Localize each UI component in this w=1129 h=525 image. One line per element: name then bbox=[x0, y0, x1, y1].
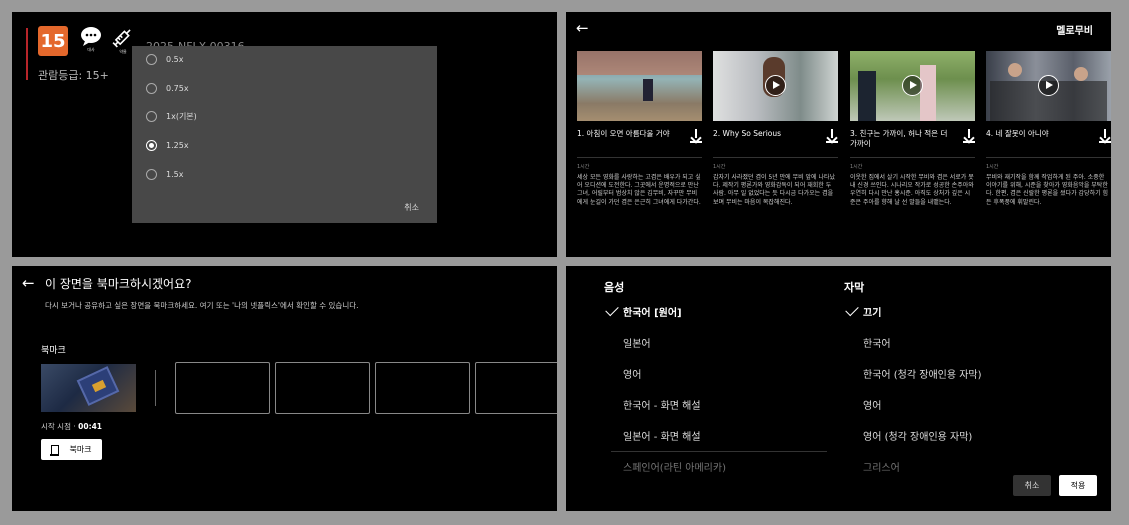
bookmark-empty-slot bbox=[375, 362, 470, 414]
bookmark-screen: ← 이 장면을 북마크하시겠어요? 다시 보거나 공유하고 싶은 장면을 북마크… bbox=[12, 266, 557, 511]
episode-thumbnail[interactable] bbox=[986, 51, 1111, 121]
cancel-button[interactable]: 취소 bbox=[1013, 475, 1051, 496]
play-icon[interactable] bbox=[902, 75, 923, 96]
back-arrow-icon[interactable]: ← bbox=[576, 19, 589, 37]
speed-cancel-button[interactable]: 취소 bbox=[404, 202, 419, 213]
back-arrow-icon[interactable]: ← bbox=[22, 274, 35, 292]
speech-bubble-icon bbox=[81, 27, 101, 46]
episode-duration: 1시간 bbox=[713, 164, 726, 170]
subtitle-option-korean-cc[interactable]: 한국어 (청각 장애인용 자막) bbox=[863, 366, 982, 381]
bookmark-empty-slot bbox=[275, 362, 370, 414]
subtitle-heading: 자막 bbox=[844, 281, 865, 294]
episode-thumbnail[interactable] bbox=[850, 51, 975, 121]
bookmark-subtitle: 다시 보거나 공유하고 싶은 장면을 북마크하세요. 여기 또는 '나의 넷플릭… bbox=[45, 301, 359, 310]
dialogue-icon-caption: 대사 bbox=[87, 47, 95, 52]
download-icon[interactable] bbox=[826, 129, 838, 143]
subtitle-option-off[interactable]: 끄기 bbox=[863, 304, 881, 319]
syringe-icon bbox=[112, 29, 131, 48]
bookmark-section-label: 북마크 bbox=[41, 346, 66, 356]
bookmark-empty-slot bbox=[175, 362, 270, 414]
episode-card[interactable]: 1. 아침이 오면 아름다울 거야 1시간 세상 모든 영화를 사랑하는 고겸은… bbox=[577, 51, 702, 207]
radio-icon bbox=[146, 169, 157, 180]
rating-text: 관람등급: 15+ bbox=[38, 69, 109, 82]
download-icon[interactable] bbox=[963, 129, 975, 143]
apply-button[interactable]: 적용 bbox=[1059, 475, 1097, 496]
audio-option-english[interactable]: 영어 bbox=[623, 366, 641, 381]
check-icon bbox=[845, 302, 859, 317]
episode-title: 1. 아침이 오면 아름다울 거야 bbox=[577, 129, 670, 138]
radio-icon bbox=[146, 111, 157, 122]
age-rating-badge: 15 bbox=[38, 26, 68, 56]
speed-option-1.5x[interactable]: 1.5x bbox=[146, 169, 183, 180]
speed-option-0.75x[interactable]: 0.75x bbox=[146, 83, 189, 94]
episode-card[interactable]: 3. 친구는 가까이, 허나 적은 더 가까이 1시간 이웃한 집에서 살기 시… bbox=[850, 51, 975, 207]
speed-option-1x[interactable]: 1x(기본) bbox=[146, 111, 197, 122]
subtitle-option-english-cc[interactable]: 영어 (청각 장애인용 자막) bbox=[863, 428, 972, 443]
divider bbox=[155, 370, 156, 406]
play-icon[interactable] bbox=[765, 75, 786, 96]
audio-heading: 음성 bbox=[604, 281, 625, 294]
episode-description: 이웃한 집에서 살기 시작한 무비와 겸은 서로가 못내 신경 쓰인다. 시나리… bbox=[850, 174, 974, 206]
episode-thumbnail[interactable] bbox=[713, 51, 838, 121]
episode-duration: 1시간 bbox=[577, 164, 590, 170]
episode-description: 갑자기 사라졌던 겸이 5년 만에 무비 앞에 나타났다. 제작기 평론가와 영… bbox=[713, 174, 836, 206]
speed-menu: 0.5x 0.75x 1x(기본) 1.25x 1.5x 취소 bbox=[132, 46, 437, 223]
episode-card[interactable]: 2. Why So Serious 1시간 갑자기 사라졌던 겸이 5년 만에 … bbox=[713, 51, 838, 207]
drug-icon-caption: 약물 bbox=[119, 49, 127, 54]
episodes-screen: ← 멜로무비 1. 아침이 오면 아름다울 거야 1시간 세상 모든 영화를 사… bbox=[566, 12, 1111, 257]
subtitle-option-english[interactable]: 영어 bbox=[863, 397, 881, 412]
rating-accent-bar bbox=[26, 28, 28, 80]
episode-thumbnail[interactable] bbox=[577, 51, 702, 121]
audio-subtitles-screen: 음성 자막 한국어 [원어] 일본어 영어 한국어 - 화면 해설 일본어 - … bbox=[566, 266, 1111, 511]
audio-option-japanese[interactable]: 일본어 bbox=[623, 335, 651, 350]
episode-title: 3. 친구는 가까이, 허나 적은 더 가까이 bbox=[850, 129, 948, 148]
subtitle-option-korean[interactable]: 한국어 bbox=[863, 335, 891, 350]
radio-selected-icon bbox=[146, 140, 157, 151]
episode-description: 무비와 재기작을 함께 작업하게 된 주아. 소중한 이야기를 위해, 시준을 … bbox=[986, 174, 1109, 206]
audio-option-korean-ad[interactable]: 한국어 - 화면 해설 bbox=[623, 397, 701, 412]
episode-title: 4. 네 잘못이 아니야 bbox=[986, 129, 1049, 138]
bookmark-button[interactable]: 북마크 bbox=[41, 439, 102, 460]
episode-description: 세상 모든 영화를 사랑하는 고겸은 배우가 되고 싶어 오디션에 도전한다. … bbox=[577, 174, 701, 206]
download-icon[interactable] bbox=[690, 129, 702, 143]
playback-speed-screen: 15 대사 약물 2025-NFLX-00316 관람등급: 15+ 0.5x … bbox=[12, 12, 557, 257]
radio-icon bbox=[146, 54, 157, 65]
divider bbox=[611, 451, 827, 452]
show-title: 멜로무비 bbox=[1056, 26, 1093, 37]
bookmark-scene-thumbnail[interactable] bbox=[41, 364, 136, 412]
speed-option-1.25x[interactable]: 1.25x bbox=[146, 140, 189, 151]
play-icon[interactable] bbox=[1038, 75, 1059, 96]
episode-duration: 1시간 bbox=[986, 164, 999, 170]
episode-title: 2. Why So Serious bbox=[713, 129, 782, 138]
episode-card[interactable]: 4. 네 잘못이 아니야 1시간 무비와 재기작을 함께 작업하게 된 주아. … bbox=[986, 51, 1111, 207]
audio-option-korean[interactable]: 한국어 [원어] bbox=[623, 304, 682, 319]
check-icon bbox=[605, 302, 619, 317]
speed-option-0.5x[interactable]: 0.5x bbox=[146, 54, 183, 65]
audio-option-japanese-ad[interactable]: 일본어 - 화면 해설 bbox=[623, 428, 701, 443]
download-icon[interactable] bbox=[1099, 129, 1111, 143]
episode-duration: 1시간 bbox=[850, 164, 863, 170]
bookmark-icon bbox=[50, 444, 60, 456]
dialogue-advisory: 대사 bbox=[76, 26, 106, 60]
bookmark-start-time: 시작 시점 · 00:41 bbox=[41, 422, 103, 431]
bookmark-title: 이 장면을 북마크하시겠어요? bbox=[45, 277, 192, 291]
bookmark-empty-slot bbox=[475, 362, 557, 414]
radio-icon bbox=[146, 83, 157, 94]
